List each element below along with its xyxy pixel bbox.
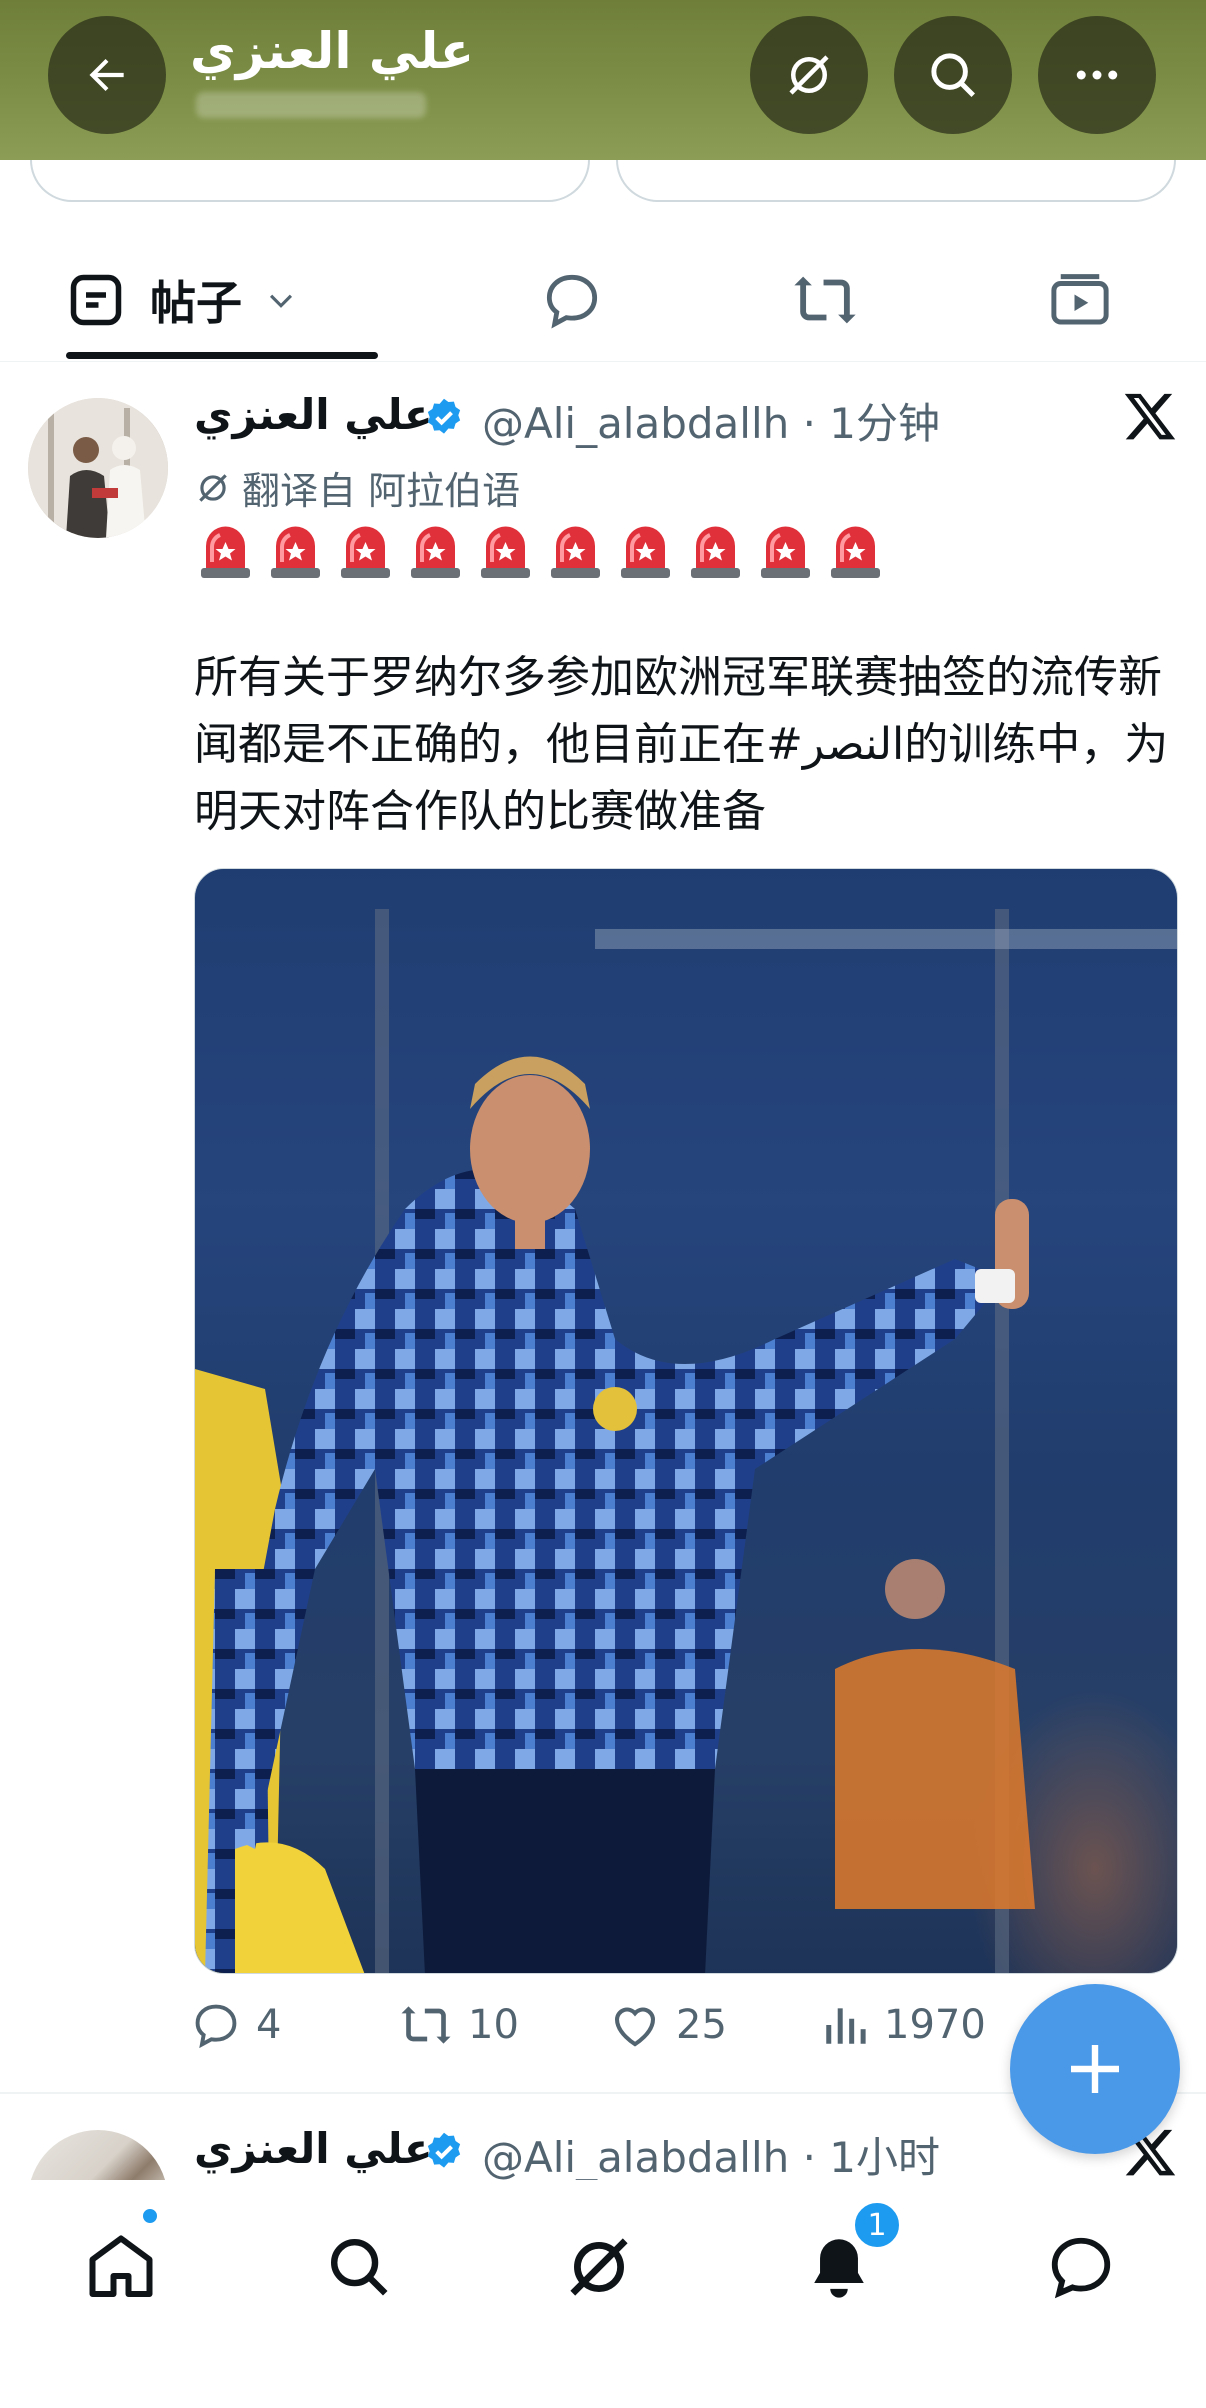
back-button[interactable] (48, 16, 166, 134)
avatar-photo (28, 398, 168, 538)
post-handle: @Ali_alabdallh (482, 2133, 790, 2182)
repost-icon (794, 276, 856, 324)
home-notification-dot (140, 2206, 160, 2226)
profile-tabs: 帖子 (0, 238, 1206, 362)
notifications-badge: 1 (852, 2200, 902, 2250)
views-button[interactable]: 1970 (820, 1990, 986, 2060)
translated-label: 翻译自 阿拉伯语 (242, 469, 521, 513)
more-button[interactable] (1038, 16, 1156, 134)
siren-emoji-icon (618, 522, 673, 580)
separator-dot: · (789, 399, 830, 448)
avatar[interactable] (28, 398, 168, 538)
tab-posts[interactable]: 帖子 (66, 268, 376, 332)
media-icon (1051, 274, 1109, 325)
views-count: 1970 (884, 2002, 986, 2048)
separator-dot: · (789, 2133, 830, 2182)
post-handle: @Ali_alabdallh (482, 399, 790, 448)
grok-icon (789, 55, 829, 95)
tab-selected-indicator (66, 352, 378, 359)
tab-posts-label: 帖子 (150, 276, 242, 330)
post-handle-time: @Ali_alabdallh · 1分钟 (482, 390, 940, 451)
repost-button[interactable]: 10 (398, 1990, 519, 2060)
header-subtitle-blurred (196, 92, 426, 118)
arrow-left-icon (89, 58, 124, 92)
translated-from[interactable]: 翻译自 阿拉伯语 (194, 460, 520, 515)
grok-icon (570, 2238, 628, 2296)
siren-emoji-icon (408, 522, 463, 580)
siren-emoji-icon (198, 522, 253, 580)
profile-header: علي العنزي (0, 0, 1206, 160)
post-author-name[interactable]: علي العنزي (194, 2124, 433, 2173)
tab-replies[interactable] (532, 260, 612, 340)
reply-count: 4 (256, 2002, 282, 2048)
nav-messages[interactable] (1036, 2222, 1126, 2312)
home-icon (89, 2235, 153, 2297)
siren-emoji-icon (478, 522, 533, 580)
post-time: 1分钟 (829, 399, 941, 448)
like-button[interactable]: 25 (608, 1990, 727, 2060)
post-text: 所有关于罗纳尔多参加欧洲冠军联赛抽签的流传新闻都是不正确的，他目前正在#النص… (194, 652, 1169, 837)
tab-media[interactable] (1040, 260, 1120, 340)
post-icon (70, 274, 122, 326)
nav-grok[interactable] (554, 2222, 644, 2312)
siren-emoji-icon (828, 522, 883, 580)
grok-icon (199, 473, 227, 502)
verified-badge-icon (427, 398, 461, 434)
reply-button[interactable]: 4 (190, 1990, 281, 2060)
post-actions: 4 10 25 1970 (190, 1990, 1070, 2060)
reply-icon (195, 2004, 237, 2049)
analytics-icon (826, 2008, 866, 2044)
search-icon (931, 53, 976, 98)
grok-button[interactable] (750, 16, 868, 134)
heart-icon (614, 2007, 656, 2047)
like-count: 25 (676, 2002, 727, 2048)
chevron-down-icon (269, 294, 293, 308)
compose-fab-button[interactable] (1010, 1984, 1180, 2154)
chat-icon (1051, 2237, 1111, 2299)
search-icon (331, 2239, 388, 2296)
search-button[interactable] (894, 16, 1012, 134)
siren-emoji-icon (758, 522, 813, 580)
siren-emoji-row (198, 522, 883, 580)
tab-reposts[interactable] (785, 260, 865, 340)
nav-home[interactable] (76, 2222, 166, 2312)
nav-search[interactable] (314, 2222, 404, 2312)
siren-emoji-icon (338, 522, 393, 580)
repost-count: 10 (468, 2002, 519, 2048)
x-logo-icon (1124, 393, 1176, 440)
more-icon (1076, 70, 1118, 80)
plus-icon (1071, 2045, 1119, 2093)
reply-icon (546, 274, 598, 329)
repost-icon (401, 2006, 451, 2044)
siren-emoji-icon (548, 522, 603, 580)
post-media-image[interactable] (194, 868, 1178, 1974)
header-title: علي العنزي (190, 22, 475, 80)
media-photo (195, 869, 1177, 1973)
siren-emoji-icon (688, 522, 743, 580)
post-time: 1小时 (829, 2133, 941, 2182)
post-handle-time: @Ali_alabdallh · 1小时 (482, 2124, 940, 2185)
post-author-name[interactable]: علي العنزي (194, 390, 433, 439)
verified-badge-icon (427, 2132, 461, 2168)
bottom-navigation: 1 (0, 2180, 1206, 2408)
siren-emoji-icon (268, 522, 323, 580)
